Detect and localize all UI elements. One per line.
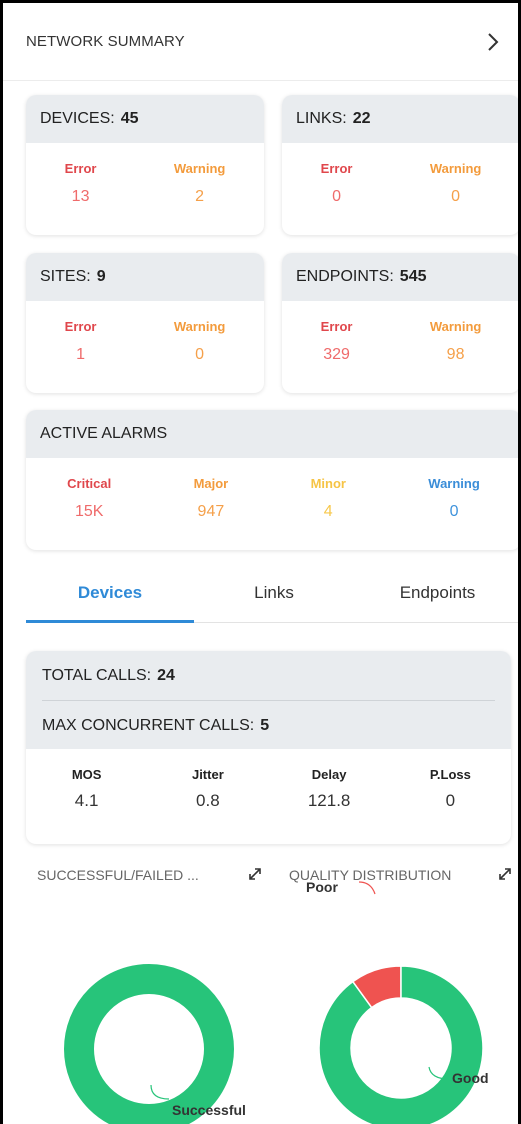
- alarm-value: 15K: [74, 503, 104, 520]
- max-calls-label: MAX CONCURRENT CALLS:: [42, 716, 255, 734]
- max-calls-value: 5: [260, 716, 270, 734]
- error-value: 329: [323, 346, 350, 363]
- chart-label-good: Good: [452, 1070, 489, 1086]
- alarm-label: Warning: [428, 476, 480, 491]
- endpoints-label: ENDPOINTS:: [296, 268, 394, 285]
- error-label: Error: [64, 161, 97, 176]
- tab-devices[interactable]: Devices: [26, 563, 194, 623]
- links-count: 22: [352, 110, 371, 127]
- good-leader-line: [428, 1066, 450, 1080]
- alarm-value: 4: [323, 503, 333, 520]
- expand-icon[interactable]: [497, 866, 513, 882]
- endpoints-warning: Warning 98: [430, 319, 482, 364]
- metric-label: MOS: [71, 767, 102, 782]
- metric-delay: Delay 121.8: [284, 767, 374, 811]
- total-calls-value: 24: [157, 666, 175, 684]
- active-tab-indicator: [26, 620, 194, 623]
- endpoints-count: 545: [399, 268, 427, 285]
- metric-mos: MOS 4.1: [42, 767, 132, 811]
- metric-label: Jitter: [191, 767, 224, 782]
- devices-card[interactable]: DEVICES: 45 Error 13 Warning 2: [26, 95, 264, 235]
- metric-packet-loss: P.Loss 0: [405, 767, 495, 811]
- alarm-critical: Critical 15K: [67, 476, 111, 521]
- metric-value: 121.8: [307, 791, 351, 810]
- endpoints-error: Error 329: [321, 319, 353, 364]
- alarm-warning: Warning 0: [428, 476, 480, 521]
- links-label: LINKS:: [296, 110, 347, 127]
- panel-header: NETWORK SUMMARY: [3, 3, 518, 81]
- error-value: 1: [76, 346, 86, 363]
- chevron-right-icon[interactable]: [482, 31, 504, 53]
- network-summary-panel: NETWORK SUMMARY DEVICES: 45 Error 13 War…: [0, 0, 521, 1124]
- poor-leader-line: [358, 881, 376, 895]
- devices-card-header: DEVICES: 45: [26, 95, 264, 143]
- tab-label: Links: [254, 583, 294, 602]
- error-label: Error: [320, 161, 353, 176]
- warning-label: Warning: [429, 161, 482, 176]
- warning-value: 0: [451, 188, 461, 205]
- donut-slice-good[interactable]: [318, 965, 484, 1124]
- quality-distribution-donut: [318, 965, 484, 1124]
- devices-error: Error 13: [65, 161, 97, 206]
- links-warning: Warning 0: [430, 161, 482, 206]
- warning-value: 0: [195, 346, 205, 363]
- links-card-header: LINKS: 22: [282, 95, 518, 143]
- successful-leader-line: [150, 1084, 170, 1100]
- links-card[interactable]: LINKS: 22 Error 0 Warning 0: [282, 95, 518, 235]
- sites-count: 9: [96, 268, 106, 285]
- error-label: Error: [64, 319, 97, 334]
- alarm-label: Major: [193, 476, 229, 491]
- page-title: NETWORK SUMMARY: [26, 33, 185, 50]
- sites-card[interactable]: SITES: 9 Error 1 Warning 0: [26, 253, 264, 393]
- max-concurrent-calls: MAX CONCURRENT CALLS: 5: [42, 701, 495, 750]
- alarm-label: Critical: [67, 476, 112, 491]
- alarm-value: 947: [197, 503, 225, 520]
- metric-label: Delay: [311, 767, 347, 782]
- alarm-label: Minor: [310, 476, 346, 491]
- tab-label: Devices: [77, 583, 143, 602]
- warning-value: 2: [195, 188, 205, 205]
- warning-label: Warning: [173, 319, 226, 334]
- sites-error: Error 1: [65, 319, 97, 364]
- tab-label: Endpoints: [399, 583, 476, 602]
- metric-value: 4.1: [74, 791, 99, 810]
- calls-card-header: TOTAL CALLS: 24 MAX CONCURRENT CALLS: 5: [26, 651, 511, 749]
- warning-value: 98: [446, 346, 465, 363]
- total-calls: TOTAL CALLS: 24: [42, 651, 495, 700]
- links-error: Error 0: [321, 161, 353, 206]
- devices-count: 45: [120, 110, 139, 127]
- sites-warning: Warning 0: [174, 319, 226, 364]
- sites-card-header: SITES: 9: [26, 253, 264, 301]
- total-calls-label: TOTAL CALLS:: [42, 666, 152, 684]
- tab-bar: Devices Links Endpoints: [26, 563, 518, 623]
- alarm-value: 0: [449, 503, 459, 520]
- chart-label-successful: Successful: [172, 1102, 246, 1118]
- sites-label: SITES:: [40, 268, 91, 285]
- devices-label: DEVICES:: [40, 110, 115, 127]
- calls-card: TOTAL CALLS: 24 MAX CONCURRENT CALLS: 5 …: [26, 651, 511, 844]
- error-label: Error: [320, 319, 353, 334]
- alarm-major: Major 947: [194, 476, 229, 521]
- warning-label: Warning: [429, 319, 482, 334]
- tab-links[interactable]: Links: [194, 563, 354, 623]
- metric-label: P.Loss: [429, 767, 471, 782]
- alarms-title: ACTIVE ALARMS: [40, 425, 168, 442]
- endpoints-card[interactable]: ENDPOINTS: 545 Error 329 Warning 98: [282, 253, 518, 393]
- expand-icon[interactable]: [247, 866, 263, 882]
- metric-value: 0: [445, 791, 456, 810]
- warning-label: Warning: [173, 161, 226, 176]
- alarms-card-header: ACTIVE ALARMS: [26, 410, 518, 458]
- devices-warning: Warning 2: [174, 161, 226, 206]
- chart-label-poor: Poor: [306, 879, 338, 895]
- endpoints-card-header: ENDPOINTS: 545: [282, 253, 518, 301]
- alarm-minor: Minor 4: [311, 476, 346, 521]
- metric-value: 0.8: [196, 791, 220, 810]
- active-alarms-card[interactable]: ACTIVE ALARMS Critical 15K Major 947 Min…: [26, 410, 518, 550]
- error-value: 13: [71, 188, 90, 205]
- tab-endpoints[interactable]: Endpoints: [354, 563, 518, 623]
- successful-failed-title: SUCCESSFUL/FAILED ...: [37, 867, 199, 883]
- metric-jitter: Jitter 0.8: [163, 767, 253, 811]
- error-value: 0: [332, 188, 342, 205]
